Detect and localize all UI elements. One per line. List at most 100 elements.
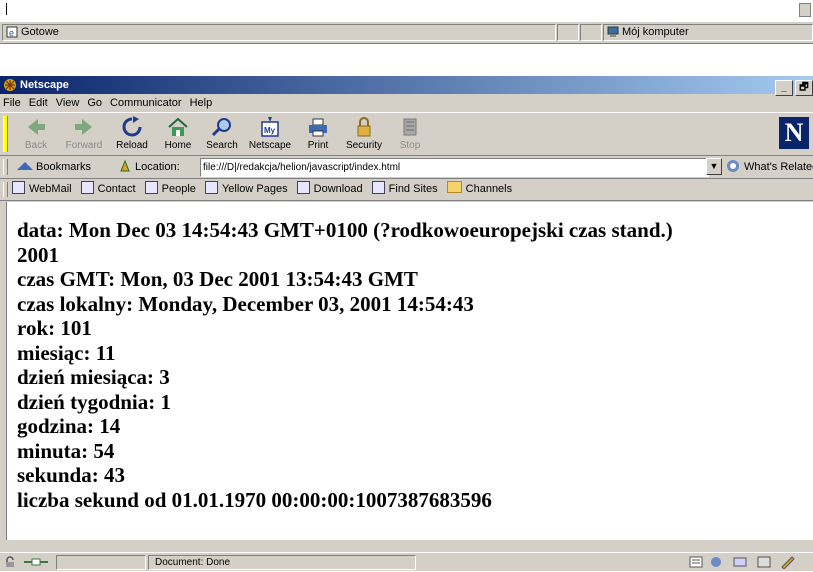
discussions-component-icon[interactable] [732, 555, 748, 569]
menu-bar: File Edit View Go Communicator Help [0, 94, 813, 112]
back-label: Back [24, 140, 48, 151]
reload-icon [122, 116, 142, 137]
ie-zone-cell: Mój komputer [603, 24, 813, 41]
security-lock-icon [357, 117, 371, 137]
people-label: People [161, 183, 196, 195]
stop-icon [403, 118, 417, 136]
content-line-year: rok: 101 [17, 316, 92, 340]
location-toolbar-grip[interactable] [3, 159, 8, 175]
bookmarks-label: Bookmarks [36, 161, 92, 173]
title-bar[interactable]: Netscape _ 🗗 [0, 76, 813, 96]
back-button[interactable]: Back [14, 116, 58, 154]
bookmark-page-icon [296, 181, 310, 194]
download-link[interactable]: Download [296, 181, 363, 195]
content-line-day-of-month: dzień miesiąca: 3 [17, 365, 170, 389]
netscape-logo[interactable]: N [779, 117, 809, 149]
yellow-pages-label: Yellow Pages [221, 183, 288, 195]
channels-link[interactable]: Channels [446, 181, 512, 195]
window-title: Netscape [20, 79, 69, 91]
whats-related-button[interactable]: What's Related [726, 159, 813, 175]
bookmark-page-icon [80, 181, 94, 194]
stop-label: Stop [399, 140, 421, 151]
navigator-component-icon[interactable] [688, 555, 704, 569]
toolbar-grip[interactable] [3, 116, 8, 152]
content-line-year-wrap: 2001 [17, 242, 59, 267]
location-toolbar: Bookmarks Location: ▼ What's Related [0, 156, 813, 179]
bookmark-page-icon [371, 181, 385, 194]
menu-communicator[interactable]: Communicator [110, 97, 182, 109]
progress-bar [56, 555, 146, 570]
menu-edit[interactable]: Edit [29, 97, 48, 109]
bookmark-page-icon [144, 181, 158, 194]
people-link[interactable]: People [144, 181, 196, 195]
ie-status-text: Gotowe [21, 26, 59, 38]
location-url-input[interactable] [200, 158, 709, 177]
ie-window-fragment: e Gotowe Mój komputer [0, 0, 813, 46]
menu-view[interactable]: View [56, 97, 80, 109]
search-button[interactable]: Search [200, 116, 244, 154]
search-label: Search [206, 140, 238, 151]
netscape-my-icon: My [261, 117, 279, 137]
ie-zone-text: Mój komputer [622, 26, 689, 38]
bookmarks-icon [17, 162, 33, 170]
ie-text-cursor-line [6, 3, 7, 15]
mail-component-icon[interactable] [708, 555, 724, 569]
document-status: Document: Done [148, 555, 416, 570]
bookmark-page-icon [204, 181, 218, 194]
forward-arrow-icon [75, 119, 92, 135]
ie-scrollbar-fragment[interactable] [799, 3, 811, 17]
yellow-pages-link[interactable]: Yellow Pages [204, 181, 288, 195]
navigation-toolbar: Back Forward Reload Home Search My Netsca… [0, 112, 813, 156]
home-button[interactable]: Home [156, 116, 200, 154]
webmail-label: WebMail [29, 183, 72, 195]
menu-help[interactable]: Help [190, 97, 213, 109]
netscape-button[interactable]: My Netscape [248, 116, 292, 154]
home-icon [168, 117, 188, 136]
download-label: Download [313, 183, 363, 195]
reload-button[interactable]: Reload [110, 116, 154, 154]
content-line-second: sekunda: 43 [17, 463, 125, 487]
page-content: data: Mon Dec 03 14:54:43 GMT+0100 (?rod… [6, 202, 813, 540]
content-line-gmt: czas GMT: Mon, 03 Dec 2001 13:54:43 GMT [17, 267, 418, 291]
print-label: Print [307, 140, 329, 151]
ie-status-text-cell: e Gotowe [2, 24, 556, 41]
location-label: Location: [135, 161, 180, 173]
edit-component-icon[interactable] [780, 555, 796, 569]
content-line-minute: minuta: 54 [17, 438, 115, 463]
security-button[interactable]: Security [342, 116, 386, 154]
netscape-label: Netscape [248, 140, 292, 151]
content-line-hour: godzina: 14 [17, 414, 121, 438]
contact-link[interactable]: Contact [80, 181, 136, 195]
svg-text:e: e [9, 28, 14, 38]
security-status-icon[interactable] [4, 556, 16, 568]
location-dropdown-button[interactable]: ▼ [706, 158, 722, 175]
menu-go[interactable]: Go [87, 97, 102, 109]
find-sites-link[interactable]: Find Sites [371, 181, 438, 195]
netscape-window: Netscape _ 🗗 File Edit View Go Communicator He… [0, 76, 813, 571]
stop-button[interactable]: Stop [388, 116, 432, 154]
folder-icon [446, 181, 462, 193]
print-button[interactable]: Print [296, 116, 340, 154]
print-icon [309, 118, 327, 137]
webmail-link[interactable]: WebMail [12, 181, 72, 195]
find-sites-label: Find Sites [388, 183, 438, 195]
ie-status-bar: e Gotowe Mój komputer [0, 21, 813, 44]
svg-text:My: My [264, 126, 276, 135]
location-page-proxy-icon[interactable] [118, 159, 132, 173]
connection-status-icon [24, 558, 48, 566]
ie-status-cell-empty-2 [580, 24, 602, 41]
bookmarks-button[interactable]: Bookmarks [16, 159, 91, 175]
content-line-day-of-week: dzień tygodnia: 1 [17, 389, 172, 414]
personal-toolbar-grip[interactable] [3, 182, 8, 197]
security-label: Security [345, 140, 383, 151]
whats-related-icon [727, 160, 739, 172]
ie-page-icon: e [6, 26, 18, 38]
content-line-milliseconds: liczba sekund od 01.01.1970 00:00:00:100… [17, 487, 492, 512]
contact-label: Contact [97, 183, 136, 195]
home-label: Home [164, 140, 192, 151]
composer-component-icon[interactable] [756, 555, 772, 569]
content-line-data: data: Mon Dec 03 14:54:43 GMT+0100 (?rod… [17, 218, 673, 242]
search-icon [211, 118, 231, 137]
forward-button[interactable]: Forward [62, 116, 106, 154]
menu-file[interactable]: File [3, 97, 21, 109]
